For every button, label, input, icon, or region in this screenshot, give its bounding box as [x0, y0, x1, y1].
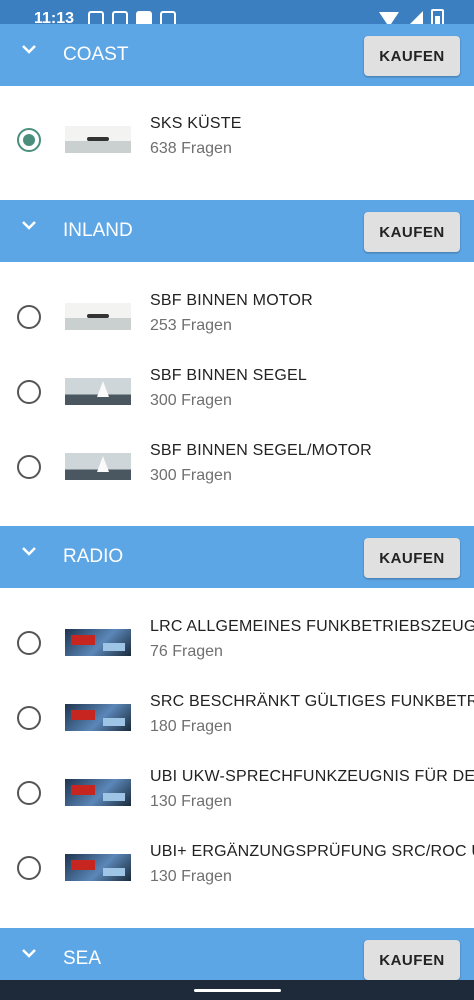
item-title: SKS KÜSTE	[150, 115, 242, 132]
section-title: RADIO	[63, 546, 124, 567]
buy-button[interactable]: KAUFEN	[364, 538, 460, 578]
sailboat-thumbnail	[65, 378, 131, 405]
item-subtitle: 130 Fragen	[150, 868, 232, 885]
list-item[interactable]: SRC BESCHRÄNKT GÜLTIGES FUNKBETRI 180 Fr…	[0, 683, 474, 757]
motorboat-thumbnail	[65, 126, 131, 153]
list-item[interactable]: SBF BINNEN SEGEL 300 Fragen	[0, 357, 474, 431]
radio-button[interactable]	[17, 380, 41, 404]
list-item[interactable]: UBI UKW-SPRECHFUNKZEUGNIS FÜR DEN 130 Fr…	[0, 758, 474, 832]
list-item[interactable]: UBI+ ERGÄNZUNGSPRÜFUNG SRC/ROC U 130 Fra…	[0, 833, 474, 907]
item-title: SRC BESCHRÄNKT GÜLTIGES FUNKBETRI	[150, 693, 474, 710]
item-title: SBF BINNEN SEGEL/MOTOR	[150, 442, 372, 459]
radio-equipment-thumbnail	[65, 779, 131, 806]
list-item[interactable]: SBF BINNEN SEGEL/MOTOR 300 Fragen	[0, 432, 474, 506]
radio-equipment-thumbnail	[65, 704, 131, 731]
buy-button[interactable]: KAUFEN	[364, 212, 460, 252]
radio-button[interactable]	[17, 455, 41, 479]
radio-equipment-thumbnail	[65, 854, 131, 881]
chevron-down-icon[interactable]	[20, 216, 38, 234]
item-title: UBI+ ERGÄNZUNGSPRÜFUNG SRC/ROC U	[150, 843, 474, 860]
sailboat-thumbnail	[65, 453, 131, 480]
radio-button[interactable]	[17, 781, 41, 805]
radio-button[interactable]	[17, 631, 41, 655]
radio-button[interactable]	[17, 128, 41, 152]
radio-button[interactable]	[17, 856, 41, 880]
radio-button[interactable]	[17, 305, 41, 329]
list-item[interactable]: SKS KÜSTE 638 Fragen	[0, 105, 474, 179]
home-gesture-handle[interactable]	[194, 989, 281, 992]
item-title: LRC ALLGEMEINES FUNKBETRIEBSZEUGNI	[150, 618, 474, 635]
item-title: UBI UKW-SPRECHFUNKZEUGNIS FÜR DEN	[150, 768, 474, 785]
motorboat-thumbnail	[65, 303, 131, 330]
section-header-coast[interactable]: COAST KAUFEN	[0, 24, 474, 86]
buy-button[interactable]: KAUFEN	[364, 36, 460, 76]
section-title: COAST	[63, 44, 129, 65]
item-title: SBF BINNEN MOTOR	[150, 292, 313, 309]
item-subtitle: 638 Fragen	[150, 140, 232, 157]
item-subtitle: 76 Fragen	[150, 643, 223, 660]
item-subtitle: 130 Fragen	[150, 793, 232, 810]
radio-button[interactable]	[17, 706, 41, 730]
item-subtitle: 253 Fragen	[150, 317, 232, 334]
chevron-down-icon[interactable]	[20, 542, 38, 560]
section-header-inland[interactable]: INLAND KAUFEN	[0, 200, 474, 262]
navigation-bar	[0, 980, 474, 1000]
radio-equipment-thumbnail	[65, 629, 131, 656]
section-header-radio[interactable]: RADIO KAUFEN	[0, 526, 474, 588]
chevron-down-icon[interactable]	[20, 944, 38, 962]
item-subtitle: 180 Fragen	[150, 718, 232, 735]
item-title: SBF BINNEN SEGEL	[150, 367, 308, 384]
item-subtitle: 300 Fragen	[150, 392, 232, 409]
item-subtitle: 300 Fragen	[150, 467, 232, 484]
list-item[interactable]: SBF BINNEN MOTOR 253 Fragen	[0, 282, 474, 356]
section-title: INLAND	[63, 220, 133, 241]
buy-button[interactable]: KAUFEN	[364, 940, 460, 980]
list-item[interactable]: LRC ALLGEMEINES FUNKBETRIEBSZEUGNI 76 Fr…	[0, 608, 474, 682]
chevron-down-icon[interactable]	[20, 40, 38, 58]
